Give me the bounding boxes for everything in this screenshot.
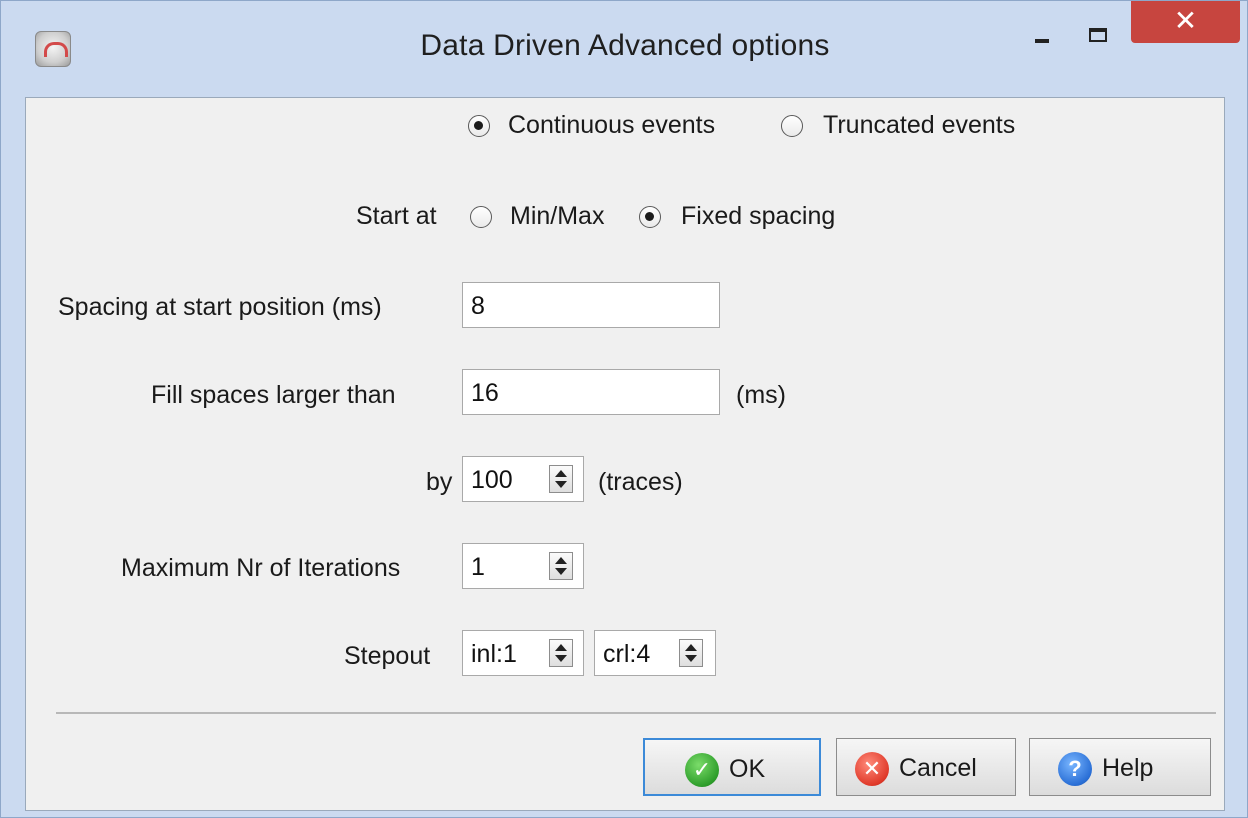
spin-up-icon[interactable] [555, 470, 567, 477]
maximize-button[interactable] [1078, 19, 1118, 53]
spin-down-icon[interactable] [555, 481, 567, 488]
ok-button-label: OK [729, 755, 766, 783]
spin-up-icon[interactable] [555, 644, 567, 651]
spacing-label: Spacing at start position (ms) [58, 293, 382, 321]
radio-continuous-events-label[interactable]: Continuous events [508, 108, 715, 142]
spacing-input[interactable]: 8 [462, 282, 720, 328]
start-at-label: Start at [356, 202, 437, 230]
spin-up-icon[interactable] [555, 557, 567, 564]
window-title: Data Driven Advanced options [420, 29, 830, 62]
cancel-button[interactable]: ✕ Cancel [836, 738, 1016, 796]
spin-up-icon[interactable] [685, 644, 697, 651]
radio-fixed-spacing-label[interactable]: Fixed spacing [681, 199, 835, 233]
dialog-window: Data Driven Advanced options ✕ Continuou… [0, 0, 1248, 818]
fill-spaces-unit: (ms) [736, 381, 786, 409]
help-button-label: Help [1102, 754, 1154, 782]
title-bar[interactable]: Data Driven Advanced options ✕ [1, 1, 1247, 97]
minimize-button[interactable] [1024, 21, 1060, 55]
checkmark-icon: ✓ [685, 753, 719, 787]
by-label: by [426, 468, 453, 496]
stepout-crl-value: crl:4 [603, 640, 651, 668]
help-icon: ? [1058, 752, 1092, 786]
stepout-crl-spin-buttons[interactable] [679, 639, 703, 667]
radio-min-max[interactable] [470, 206, 492, 228]
divider [56, 712, 1216, 714]
close-icon: ✕ [1173, 5, 1198, 36]
iterations-spinbox[interactable]: 1 [462, 543, 584, 589]
help-button[interactable]: ? Help [1029, 738, 1211, 796]
ok-button[interactable]: ✓ OK [643, 738, 821, 796]
stepout-label: Stepout [344, 642, 431, 670]
radio-truncated-events[interactable] [781, 115, 803, 137]
spin-down-icon[interactable] [555, 568, 567, 575]
radio-min-max-label[interactable]: Min/Max [510, 199, 604, 233]
fill-spaces-input[interactable]: 16 [462, 369, 720, 415]
by-spinbox[interactable]: 100 [462, 456, 584, 502]
spacing-value: 8 [471, 292, 485, 320]
by-spin-buttons[interactable] [549, 465, 573, 493]
stepout-crl-spinbox[interactable]: crl:4 [594, 630, 716, 676]
radio-truncated-events-label[interactable]: Truncated events [823, 108, 1015, 142]
cancel-button-label: Cancel [899, 754, 977, 782]
iterations-label: Maximum Nr of Iterations [121, 554, 401, 582]
spin-down-icon[interactable] [685, 655, 697, 662]
by-value: 100 [471, 466, 513, 494]
stepout-inl-spin-buttons[interactable] [549, 639, 573, 667]
cancel-icon: ✕ [855, 752, 889, 786]
radio-continuous-events[interactable] [468, 115, 490, 137]
by-unit: (traces) [598, 468, 683, 496]
fill-spaces-value: 16 [471, 379, 499, 407]
fill-spaces-label: Fill spaces larger than [151, 381, 396, 409]
stepout-inl-spinbox[interactable]: inl:1 [462, 630, 584, 676]
dialog-content: Continuous events Truncated events Start… [25, 97, 1225, 811]
stepout-inl-value: inl:1 [471, 640, 517, 668]
radio-fixed-spacing[interactable] [639, 206, 661, 228]
iterations-spin-buttons[interactable] [549, 552, 573, 580]
spin-down-icon[interactable] [555, 655, 567, 662]
iterations-value: 1 [471, 553, 485, 581]
close-button[interactable]: ✕ [1131, 1, 1240, 43]
